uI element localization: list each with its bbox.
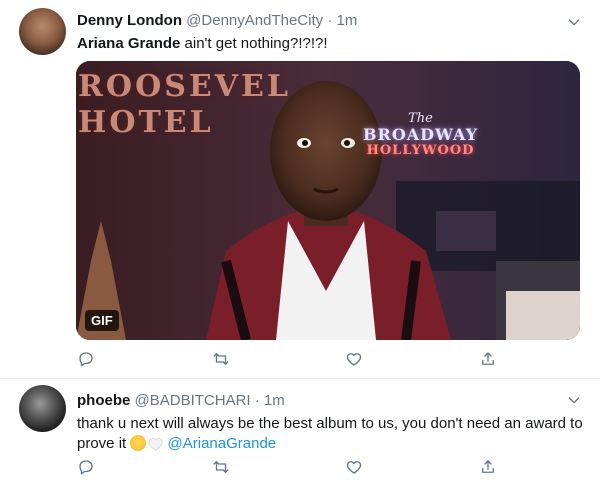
like-icon[interactable] xyxy=(345,350,363,368)
timestamp[interactable]: 1m xyxy=(336,12,357,29)
avatar[interactable] xyxy=(19,385,66,432)
tweet-header: phoebe @BADBITCHARI · 1m xyxy=(77,392,285,409)
tweet[interactable]: phoebe @BADBITCHARI · 1m thank u next wi… xyxy=(0,378,600,494)
tweet-actions xyxy=(77,350,507,368)
separator: · xyxy=(254,392,260,409)
user-name[interactable]: phoebe xyxy=(77,392,130,409)
tweet[interactable]: Denny London @DennyAndTheCity · 1m Arian… xyxy=(0,0,600,379)
tweet-text-bold: Ariana Grande xyxy=(77,35,181,52)
user-name[interactable]: Denny London xyxy=(77,12,182,29)
tweet-text-rest: ain't get nothing?!?!?! xyxy=(180,35,328,52)
timestamp[interactable]: 1m xyxy=(264,392,285,409)
reply-icon[interactable] xyxy=(77,350,95,368)
chevron-down-icon[interactable] xyxy=(566,392,582,408)
user-handle[interactable]: @DennyAndTheCity xyxy=(186,12,323,29)
white-heart-emoji xyxy=(148,437,163,451)
gif-media[interactable]: ROOSEVEL HOTEL The BROADWAY HOLLYWOOD GI… xyxy=(76,61,580,340)
tweet-header: Denny London @DennyAndTheCity · 1m xyxy=(77,12,357,29)
tweet-actions xyxy=(77,458,507,476)
share-icon[interactable] xyxy=(479,350,497,368)
separator: · xyxy=(327,12,333,29)
tweet-text: thank u next will always be the best alb… xyxy=(77,414,585,454)
avatar[interactable] xyxy=(19,8,66,55)
reply-icon[interactable] xyxy=(77,458,95,476)
retweet-icon[interactable] xyxy=(212,350,230,368)
gif-badge: GIF xyxy=(85,310,119,331)
chevron-down-icon[interactable] xyxy=(566,14,582,30)
tweet-text: Ariana Grande ain't get nothing?!?!?! xyxy=(77,34,328,54)
mention-link[interactable]: @ArianaGrande xyxy=(168,435,277,452)
relieved-face-emoji xyxy=(130,435,147,451)
share-icon[interactable] xyxy=(479,458,497,476)
like-icon[interactable] xyxy=(345,458,363,476)
retweet-icon[interactable] xyxy=(212,458,230,476)
user-handle[interactable]: @BADBITCHARI xyxy=(135,392,251,409)
sign-broadway: The BROADWAY HOLLYWOOD xyxy=(363,111,479,158)
sign-roosevelt: ROOSEVEL HOTEL xyxy=(78,69,291,140)
